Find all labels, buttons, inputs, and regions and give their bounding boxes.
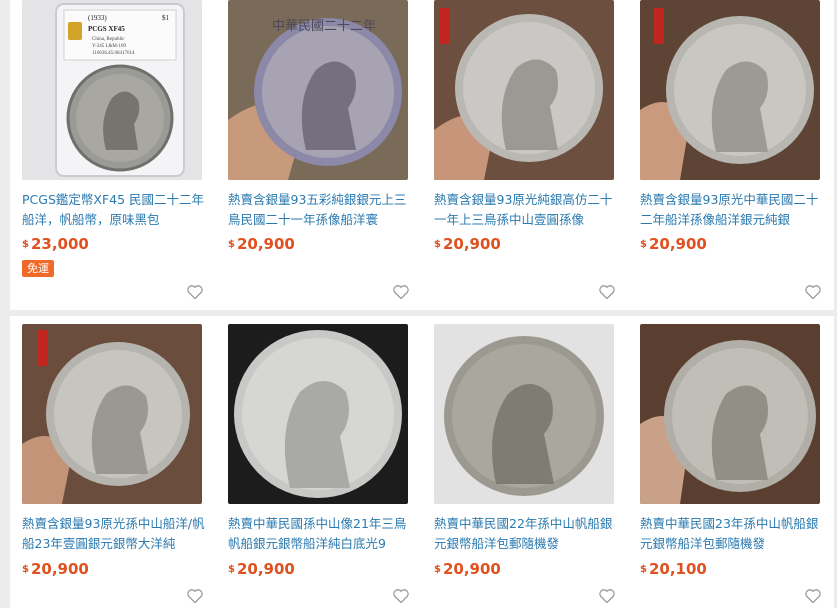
product-grid: (1933) $1 PCGS XF45 China, Republic Y-34… [0, 0, 837, 608]
product-title[interactable]: 熱賣中華民國23年孫中山帆船銀元銀幣船洋包郵隨機發 [640, 514, 824, 554]
currency-symbol: $ [434, 564, 441, 575]
product-image[interactable]: (1933) $1 PCGS XF45 China, Republic Y-34… [22, 0, 202, 180]
coin-legend: 中華民國二十二年 [272, 19, 376, 34]
product-title[interactable]: 熱賣含銀量93原光孫中山船洋/帆船23年壹圓銀元銀幣大洋純 [22, 514, 206, 554]
product-title[interactable]: 熱賣含銀量93原光純銀高仿二十一年上三鳥孫中山壹圓孫像 [434, 190, 618, 230]
favorite-heart-icon[interactable] [186, 284, 204, 300]
currency-symbol: $ [640, 239, 647, 250]
price-value: 20,900 [648, 235, 707, 253]
price-value: 20,900 [236, 235, 295, 253]
favorite-heart-icon[interactable] [186, 588, 204, 604]
currency-symbol: $ [22, 564, 29, 575]
product-price: $23,000 [22, 236, 89, 253]
seller-stamp [440, 8, 450, 44]
price-value: 23,000 [30, 235, 89, 253]
product-price: $20,900 [434, 561, 501, 578]
product-title[interactable]: 熱賣含銀量93原光中華民國二十二年船洋孫像船洋銀元純銀 [640, 190, 824, 230]
product-image[interactable]: 中華民國二十二年 [228, 0, 408, 180]
product-card[interactable]: 熱賣含銀量93原光純銀高仿二十一年上三鳥孫中山壹圓孫像 $20,900 [422, 0, 628, 310]
product-price: $20,900 [22, 561, 89, 578]
slab-denom: $1 [162, 14, 170, 22]
product-image[interactable] [434, 0, 614, 180]
favorite-heart-icon[interactable] [598, 284, 616, 300]
seller-stamp [654, 8, 664, 44]
favorite-heart-icon[interactable] [804, 588, 822, 604]
product-title[interactable]: PCGS鑑定幣XF45 民國二十二年船洋，帆船幣，原味黑包 [22, 190, 206, 230]
product-title[interactable]: 熱賣中華民國孫中山像21年三鳥帆船銀元銀幣船洋純白底光9 [228, 514, 412, 554]
product-card[interactable]: 中華民國二十二年 熱賣含銀量93五彩純銀銀元上三鳥民國二十一年孫像船洋寰 $20… [216, 0, 422, 310]
favorite-heart-icon[interactable] [804, 284, 822, 300]
product-card[interactable]: 熱賣中華民國22年孫中山帆船銀元銀幣船洋包郵隨機發 $20,900 [422, 316, 628, 608]
currency-symbol: $ [228, 239, 235, 250]
slab-year: (1933) [88, 14, 107, 22]
favorite-heart-icon[interactable] [598, 588, 616, 604]
currency-symbol: $ [22, 239, 29, 250]
price-value: 20,900 [442, 235, 501, 253]
price-value: 20,900 [30, 560, 89, 578]
product-card[interactable]: 熱賣中華民國23年孫中山帆船銀元銀幣船洋包郵隨機發 $20,100 [628, 316, 834, 608]
currency-symbol: $ [228, 564, 235, 575]
product-card[interactable]: 熱賣含銀量93原光孫中山船洋/帆船23年壹圓銀元銀幣大洋純 $20,900 [10, 316, 216, 608]
product-title[interactable]: 熱賣含銀量93五彩純銀銀元上三鳥民國二十一年孫像船洋寰 [228, 190, 412, 230]
price-value: 20,900 [442, 560, 501, 578]
product-price: $20,100 [640, 561, 707, 578]
slab-cert: 116636.45/40417614 [92, 51, 135, 56]
slab-grade: PCGS XF45 [88, 25, 125, 33]
favorite-heart-icon[interactable] [392, 284, 410, 300]
slab-cat: Y-345 L&M-109 [92, 44, 127, 49]
product-image[interactable] [640, 0, 820, 180]
product-image[interactable] [228, 324, 408, 504]
product-image[interactable] [640, 324, 820, 504]
price-value: 20,900 [236, 560, 295, 578]
slab-country: China, Republic [92, 37, 125, 42]
seller-stamp [38, 330, 48, 366]
product-card[interactable]: 熱賣含銀量93原光中華民國二十二年船洋孫像船洋銀元純銀 $20,900 [628, 0, 834, 310]
product-card[interactable]: (1933) $1 PCGS XF45 China, Republic Y-34… [10, 0, 216, 310]
currency-symbol: $ [434, 239, 441, 250]
product-price: $20,900 [640, 236, 707, 253]
free-shipping-badge: 免運 [22, 260, 54, 277]
product-title[interactable]: 熱賣中華民國22年孫中山帆船銀元銀幣船洋包郵隨機發 [434, 514, 618, 554]
currency-symbol: $ [640, 564, 647, 575]
product-price: $20,900 [228, 561, 295, 578]
product-card[interactable]: 熱賣中華民國孫中山像21年三鳥帆船銀元銀幣船洋純白底光9 $20,900 [216, 316, 422, 608]
product-image[interactable] [22, 324, 202, 504]
product-price: $20,900 [228, 236, 295, 253]
product-price: $20,900 [434, 236, 501, 253]
favorite-heart-icon[interactable] [392, 588, 410, 604]
product-image[interactable] [434, 324, 614, 504]
price-value: 20,100 [648, 560, 707, 578]
